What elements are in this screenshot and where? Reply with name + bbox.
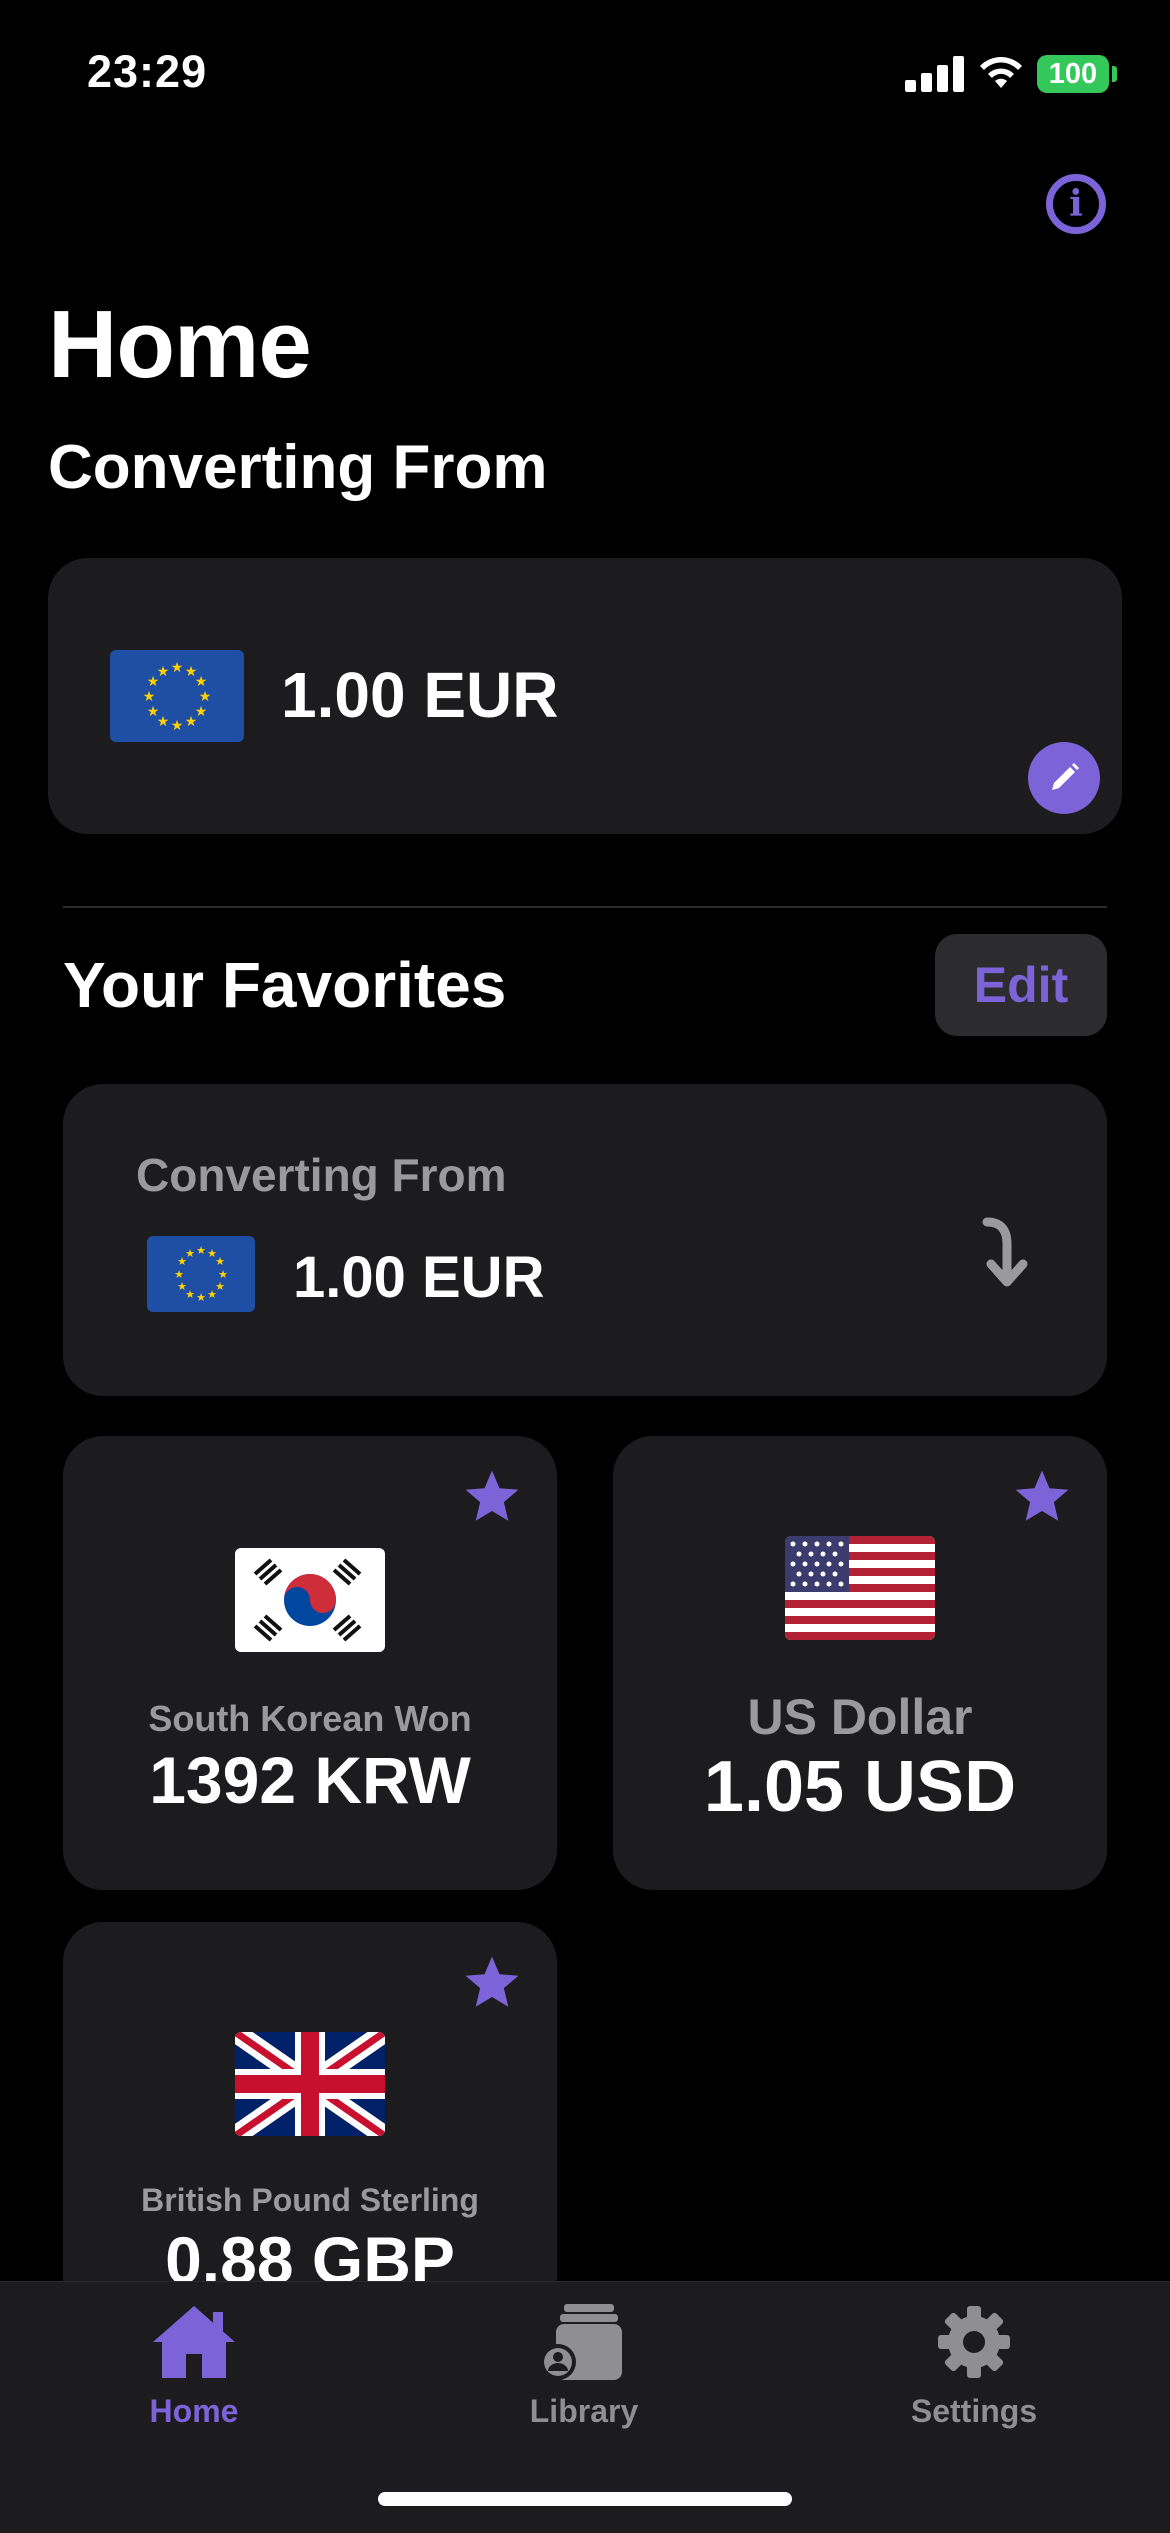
- small-from-amount: 1.00 EUR: [293, 1245, 545, 1310]
- battery-tip: [1112, 66, 1117, 82]
- pencil-icon[interactable]: [1028, 742, 1100, 814]
- converting-from-card[interactable]: ★ ★ ★ ★ ★ ★ ★ ★ ★ ★ ★ ★ 1.00 EUR: [48, 558, 1122, 834]
- svg-text:★: ★: [199, 689, 212, 705]
- svg-text:★: ★: [196, 1244, 206, 1257]
- svg-text:★: ★: [195, 674, 208, 690]
- svg-text:★: ★: [185, 714, 198, 730]
- star-icon[interactable]: [461, 1952, 523, 2014]
- tab-label: Settings: [910, 2393, 1038, 2429]
- tab-settings[interactable]: Settings: [844, 2302, 1104, 2430]
- svg-text:★: ★: [174, 1268, 184, 1281]
- svg-text:★: ★: [157, 664, 170, 680]
- svg-text:★: ★: [185, 1247, 195, 1260]
- favorite-card-usd[interactable]: US Dollar 1.05 USD: [613, 1436, 1107, 1890]
- tab-label: Home: [149, 2393, 239, 2429]
- edit-favorites-button[interactable]: Edit: [935, 934, 1107, 1036]
- currency-value: 1392 KRW: [149, 1743, 471, 1817]
- arrow-turn-down-icon: [982, 1217, 1028, 1287]
- small-from-label: Converting From: [136, 1149, 507, 1201]
- star-icon[interactable]: [461, 1466, 523, 1528]
- favorite-card-gbp[interactable]: British Pound Sterling 0.88 GBP: [63, 1922, 557, 2322]
- from-amount: 1.00 EUR: [281, 659, 559, 731]
- svg-text:★: ★: [143, 689, 156, 705]
- svg-text:★: ★: [147, 704, 160, 720]
- svg-text:★: ★: [215, 1255, 225, 1268]
- house-icon: [153, 2306, 235, 2378]
- svg-text:★: ★: [196, 1291, 206, 1304]
- library-icon: [540, 2304, 622, 2380]
- page-title: Home: [48, 291, 312, 398]
- favorites-heading: Your Favorites: [63, 949, 507, 1021]
- eu-flag-icon: ★ ★ ★ ★ ★ ★ ★ ★ ★ ★ ★ ★: [147, 1236, 255, 1312]
- svg-text:★: ★: [177, 1280, 187, 1293]
- svg-text:★: ★: [207, 1288, 217, 1301]
- divider: [63, 906, 1107, 908]
- currency-name: US Dollar: [747, 1689, 973, 1745]
- uk-flag-icon: [235, 2032, 385, 2136]
- home-indicator[interactable]: [378, 2492, 792, 2506]
- converting-from-heading: Converting From: [48, 433, 548, 502]
- battery-icon: 100: [1037, 55, 1109, 93]
- tab-home[interactable]: Home: [64, 2302, 324, 2430]
- favorite-card-krw[interactable]: South Korean Won 1392 KRW: [63, 1436, 557, 1890]
- svg-text:★: ★: [171, 718, 184, 734]
- currency-name: South Korean Won: [148, 1698, 472, 1739]
- info-icon[interactable]: i: [1046, 174, 1106, 234]
- us-flag-icon: [785, 1536, 935, 1640]
- currency-value: 1.05 USD: [703, 1747, 1017, 1827]
- signal-icon: [905, 52, 967, 92]
- wifi-icon: [980, 57, 1022, 88]
- favorites-converting-card[interactable]: Converting From ★ ★ ★ ★ ★ ★ ★ ★ ★ ★ ★ ★ …: [63, 1084, 1107, 1396]
- status-time: 23:29: [87, 46, 208, 97]
- tab-library[interactable]: Library: [454, 2302, 714, 2430]
- svg-text:★: ★: [171, 660, 184, 676]
- south-korea-flag-icon: [235, 1548, 385, 1652]
- eu-flag-icon: ★ ★ ★ ★ ★ ★ ★ ★ ★ ★ ★ ★: [110, 650, 244, 742]
- star-icon[interactable]: [1011, 1466, 1073, 1528]
- gear-icon: [938, 2306, 1010, 2378]
- tab-label: Library: [529, 2393, 639, 2429]
- currency-name: British Pound Sterling: [141, 2182, 479, 2218]
